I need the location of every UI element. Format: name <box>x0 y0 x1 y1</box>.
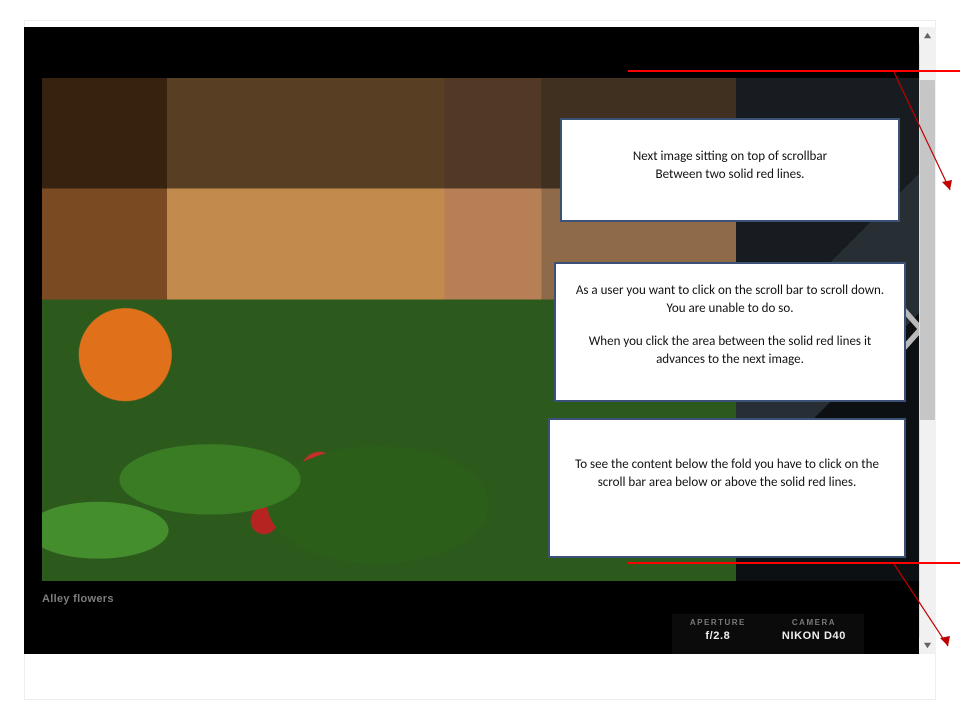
callout-para: When you click the area between the soli… <box>572 333 888 368</box>
callout-line: Between two solid red lines. <box>576 166 884 184</box>
callout-para: To see the content below the fold you ha… <box>564 456 890 491</box>
photo-foliage-overlay <box>42 327 602 581</box>
exif-camera-label: CAMERA <box>782 618 846 627</box>
image-caption: Alley flowers <box>42 593 114 605</box>
annotation-arrow-bottom <box>894 560 960 660</box>
callout-next-image-on-scrollbar: Next image sitting on top of scrollbar B… <box>560 118 900 222</box>
exif-camera: CAMERA NIKON D40 <box>782 618 846 642</box>
annotation-arrow-top <box>894 72 960 202</box>
callout-cannot-scroll: As a user you want to click on the scrol… <box>554 262 906 402</box>
exif-aperture-value: f/2.8 <box>690 630 746 642</box>
exif-camera-value: NIKON D40 <box>782 630 846 642</box>
callout-para: As a user you want to click on the scrol… <box>572 282 888 317</box>
exif-aperture-label: APERTURE <box>690 618 746 627</box>
scrollbar-up-button[interactable] <box>919 27 936 44</box>
triangle-up-icon <box>923 31 932 40</box>
callout-scroll-workaround: To see the content below the fold you ha… <box>548 418 906 558</box>
exif-panel: APERTURE f/2.8 CAMERA NIKON D40 <box>672 614 864 654</box>
callout-line: Next image sitting on top of scrollbar <box>576 148 884 166</box>
exif-aperture: APERTURE f/2.8 <box>690 618 746 642</box>
slide-canvas: Alley flowers APERTURE f/2.8 CAMERA NIKO… <box>24 20 936 700</box>
